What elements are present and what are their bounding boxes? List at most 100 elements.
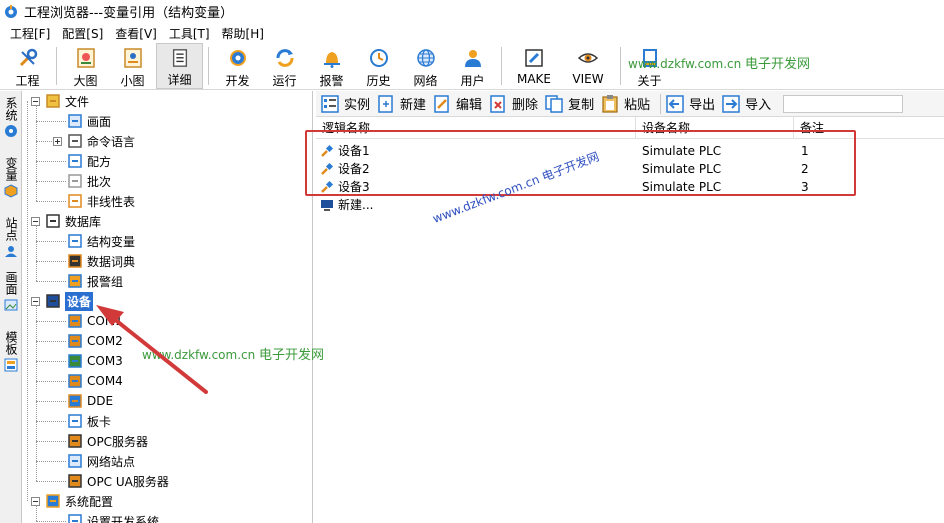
- paste-button[interactable]: 粘贴: [600, 94, 650, 114]
- instance-icon: [321, 94, 339, 113]
- toolbar-alarm-button[interactable]: 报警: [308, 43, 355, 89]
- toolbar-large-icons-button[interactable]: 大图: [62, 43, 109, 89]
- tree-node[interactable]: DDE: [67, 391, 113, 411]
- toolbar-label: 工程: [15, 74, 40, 88]
- toolbar-view-button[interactable]: VIEW: [561, 43, 615, 89]
- tree-node[interactable]: 配方: [67, 151, 111, 171]
- title-bar: 工程浏览器---变量引用（结构变量）: [0, 0, 944, 23]
- side-tab-strip: 系统 变量 站点 画面 模板: [0, 91, 22, 523]
- export-button[interactable]: 导出: [665, 94, 715, 114]
- toolbar-network-button[interactable]: 网络: [402, 43, 449, 89]
- system-gear-icon: [5, 125, 17, 137]
- menu-config[interactable]: 配置[S]: [56, 25, 109, 42]
- side-tab-screen[interactable]: 画面: [1, 271, 21, 312]
- toolbar-project-button[interactable]: 工程: [4, 43, 51, 89]
- toolbar-history-button[interactable]: 历史: [355, 43, 402, 89]
- import-label: 导入: [745, 98, 772, 113]
- new-device-row[interactable]: 新建...: [316, 196, 944, 214]
- tree-connector: [36, 261, 66, 262]
- side-tab-template[interactable]: 模板: [1, 331, 21, 372]
- tree-node-label: 数据词典: [87, 254, 136, 269]
- tree-connector: [36, 361, 66, 362]
- tree-node[interactable]: 板卡: [67, 411, 111, 431]
- toolbar-details-button[interactable]: 详细: [156, 43, 203, 89]
- tree-node[interactable]: 画面: [67, 111, 111, 131]
- alarm-bell-icon: [323, 52, 340, 68]
- edit-button[interactable]: 编辑: [432, 94, 482, 114]
- instance-label: 实例: [344, 98, 371, 113]
- toolbar-label: 网络: [413, 74, 438, 88]
- toolbar-label: MAKE: [516, 72, 551, 86]
- side-tab-label: 模板: [4, 331, 18, 355]
- toolbar-label: 报警: [319, 74, 344, 88]
- tree-node[interactable]: 系统配置: [31, 491, 113, 511]
- tree-node[interactable]: 设备: [31, 291, 94, 311]
- menu-view[interactable]: 查看[V]: [109, 25, 163, 42]
- side-tab-variable[interactable]: 变量: [1, 157, 21, 198]
- tree-node-label: COM3: [87, 354, 123, 368]
- tree-node[interactable]: 数据词典: [67, 251, 135, 271]
- delete-button[interactable]: 删除: [488, 94, 538, 114]
- instance-button[interactable]: 实例: [320, 94, 370, 114]
- tree-connector: [36, 281, 66, 282]
- dev-settings-icon: [68, 514, 82, 523]
- device-monitor-icon: [46, 294, 60, 308]
- collapse-minus-icon[interactable]: [31, 96, 40, 106]
- tree-node[interactable]: 网络站点: [67, 451, 135, 471]
- toolbar-make-button[interactable]: MAKE: [507, 43, 561, 89]
- watermark-site: 电子开发网: [745, 57, 811, 72]
- new-label: 新建: [400, 98, 427, 113]
- side-tab-system[interactable]: 系统: [1, 97, 21, 138]
- tree-node-label: OPC服务器: [87, 434, 149, 449]
- edit-icon: [434, 94, 449, 113]
- toolbar-separator: [501, 47, 502, 85]
- tree-connector: [36, 121, 66, 122]
- toolbar-run-button[interactable]: 运行: [261, 43, 308, 89]
- toolbar-label: VIEW: [572, 72, 604, 86]
- new-button[interactable]: 新建: [376, 94, 426, 114]
- tree-node[interactable]: COM1: [67, 311, 123, 331]
- tree-node[interactable]: 非线性表: [67, 191, 135, 211]
- paste-icon: [602, 94, 618, 113]
- toolbar-label: 运行: [272, 74, 297, 88]
- toolbar-separator: [620, 47, 621, 85]
- tree-node[interactable]: OPC服务器: [67, 431, 148, 451]
- side-tab-station[interactable]: 站点: [1, 217, 21, 258]
- toolbar-small-icons-button[interactable]: 小图: [109, 43, 156, 89]
- view-eye-icon: [577, 53, 599, 63]
- import-button[interactable]: 导入: [721, 94, 771, 114]
- collapse-minus-icon[interactable]: [31, 216, 40, 226]
- toolbar-user-button[interactable]: 用户: [449, 43, 496, 89]
- copy-button[interactable]: 复制: [544, 94, 594, 114]
- tree-node[interactable]: COM2: [67, 331, 123, 351]
- collapse-minus-icon[interactable]: [31, 296, 40, 306]
- tree-node-label: 数据库: [65, 214, 102, 229]
- com-port-active-icon: [68, 354, 82, 368]
- tree-node-label: COM4: [87, 374, 123, 388]
- tree-node[interactable]: 文件: [31, 91, 89, 111]
- menu-help[interactable]: 帮助[H]: [216, 25, 270, 42]
- small-icons-icon: [123, 48, 142, 68]
- list-filter-input[interactable]: [783, 94, 904, 113]
- tree-node[interactable]: 数据库: [31, 211, 101, 231]
- expand-plus-icon[interactable]: [53, 136, 62, 146]
- tree-node[interactable]: COM3: [67, 351, 123, 371]
- tree-connector: [36, 106, 37, 201]
- watermark-url: www.dzkfw.com.cn: [628, 57, 742, 71]
- edit-label: 编辑: [456, 98, 483, 113]
- tree-node[interactable]: 报警组: [67, 271, 123, 291]
- tree-node[interactable]: 批次: [67, 171, 111, 191]
- tree-node[interactable]: 结构变量: [67, 231, 135, 251]
- tree-connector: [36, 321, 66, 322]
- menu-file[interactable]: 工程[F]: [4, 25, 56, 42]
- large-icons-icon: [76, 48, 95, 68]
- toolbar-develop-button[interactable]: 开发: [214, 43, 261, 89]
- tree-node[interactable]: OPC UA服务器: [67, 471, 169, 491]
- tree-node[interactable]: COM4: [67, 371, 123, 391]
- tree-node[interactable]: 命令语言: [53, 131, 135, 151]
- menu-tools[interactable]: 工具[T]: [163, 25, 216, 42]
- collapse-minus-icon[interactable]: [31, 496, 40, 506]
- tree-connector: [36, 481, 66, 482]
- history-clock-icon: [369, 49, 388, 67]
- tree-node[interactable]: 设置开发系统: [67, 511, 159, 523]
